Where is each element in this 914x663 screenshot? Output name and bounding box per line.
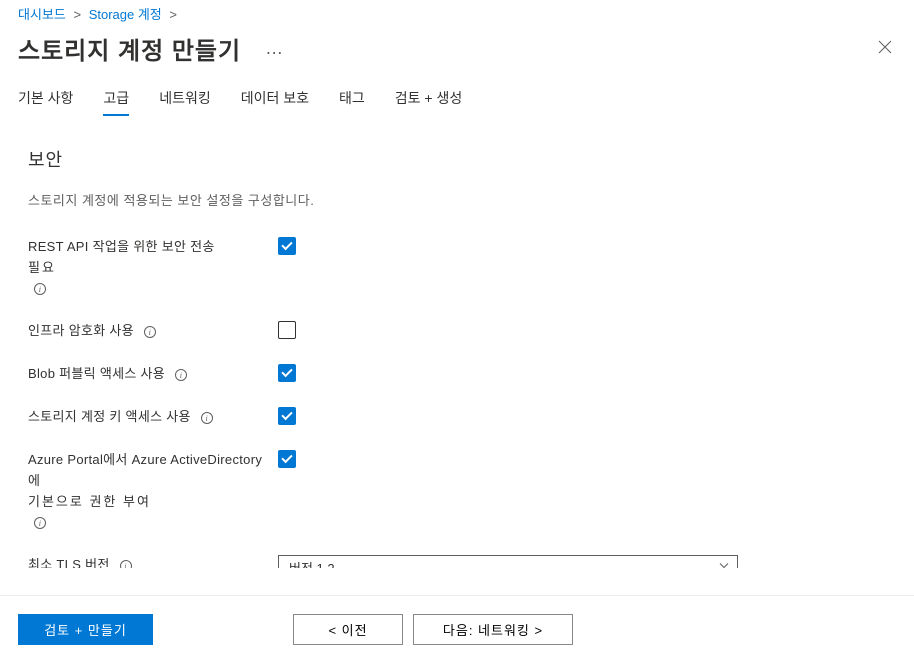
- review-create-button[interactable]: 검토 + 만들기: [18, 614, 153, 645]
- label-aad-default: Azure Portal에서 Azure ActiveDirectory에 기본…: [28, 450, 278, 533]
- select-min-tls[interactable]: 버전 1.2: [278, 555, 738, 568]
- breadcrumb-dashboard[interactable]: 대시보드: [18, 7, 66, 22]
- info-icon[interactable]: [120, 560, 132, 568]
- label-text: 최소 TLS 버전: [28, 557, 110, 568]
- label-secure-transfer: REST API 작업을 위한 보안 전송 필요: [28, 237, 278, 299]
- info-icon[interactable]: [201, 412, 213, 424]
- label-infra-encryption: 인프라 암호화 사용: [28, 321, 278, 342]
- field-aad-default: Azure Portal에서 Azure ActiveDirectory에 기본…: [28, 450, 896, 533]
- section-description: 스토리지 계정에 적용되는 보안 설정을 구성합니다.: [28, 190, 896, 209]
- page-title: 스토리지 계정 만들기: [18, 31, 241, 66]
- label-text: Blob 퍼블릭 액세스 사용: [28, 366, 165, 381]
- next-button[interactable]: 다음: 네트워킹 >: [413, 614, 573, 645]
- tab-networking[interactable]: 네트워킹: [159, 82, 211, 118]
- label-min-tls: 최소 TLS 버전: [28, 555, 278, 568]
- tab-basic[interactable]: 기본 사항: [18, 82, 73, 118]
- checkbox-aad-default[interactable]: [278, 450, 296, 468]
- page-header: 스토리지 계정 만들기 …: [0, 23, 914, 82]
- label-text: 필요: [28, 258, 270, 279]
- close-button[interactable]: [874, 34, 896, 63]
- more-icon[interactable]: …: [265, 38, 285, 59]
- info-icon[interactable]: [34, 283, 46, 295]
- field-infra-encryption: 인프라 암호화 사용: [28, 321, 896, 342]
- breadcrumb: 대시보드 > Storage 계정 >: [0, 0, 914, 23]
- info-icon[interactable]: [34, 517, 46, 529]
- breadcrumb-storage-accounts[interactable]: Storage 계정: [89, 7, 162, 22]
- section-title-security: 보안: [28, 146, 896, 172]
- field-key-access: 스토리지 계정 키 액세스 사용: [28, 407, 896, 428]
- label-key-access: 스토리지 계정 키 액세스 사용: [28, 407, 278, 428]
- label-text: 스토리지 계정 키 액세스 사용: [28, 409, 191, 424]
- close-icon: [878, 40, 892, 54]
- label-text: Azure Portal에서 Azure ActiveDirectory에: [28, 452, 262, 488]
- label-text: 인프라 암호화 사용: [28, 323, 134, 338]
- info-icon[interactable]: [144, 326, 156, 338]
- label-text: 기본으로 권한 부여: [28, 492, 270, 513]
- field-min-tls: 최소 TLS 버전 버전 1.2: [28, 555, 896, 568]
- label-text: REST API 작업을 위한 보안 전송: [28, 239, 215, 254]
- tabs: 기본 사항 고급 네트워킹 데이터 보호 태그 검토 + 생성: [0, 82, 914, 118]
- checkbox-secure-transfer[interactable]: [278, 237, 296, 255]
- footer-bar: 검토 + 만들기 < 이전 다음: 네트워킹 >: [0, 595, 914, 663]
- breadcrumb-separator: >: [73, 7, 81, 22]
- checkbox-key-access[interactable]: [278, 407, 296, 425]
- info-icon[interactable]: [175, 369, 187, 381]
- checkbox-blob-public[interactable]: [278, 364, 296, 382]
- tab-tags[interactable]: 태그: [339, 82, 365, 118]
- field-blob-public: Blob 퍼블릭 액세스 사용: [28, 364, 896, 385]
- breadcrumb-separator: >: [169, 7, 177, 22]
- select-value: 버전 1.2: [289, 558, 335, 568]
- tab-advanced[interactable]: 고급: [103, 82, 129, 118]
- tab-data-protection[interactable]: 데이터 보호: [241, 82, 309, 118]
- label-blob-public: Blob 퍼블릭 액세스 사용: [28, 364, 278, 385]
- checkbox-infra-encryption[interactable]: [278, 321, 296, 339]
- field-secure-transfer: REST API 작업을 위한 보안 전송 필요: [28, 237, 896, 299]
- form-scroll-area[interactable]: 보안 스토리지 계정에 적용되는 보안 설정을 구성합니다. REST API …: [0, 118, 914, 568]
- tab-review[interactable]: 검토 + 생성: [395, 82, 462, 118]
- previous-button[interactable]: < 이전: [293, 614, 403, 645]
